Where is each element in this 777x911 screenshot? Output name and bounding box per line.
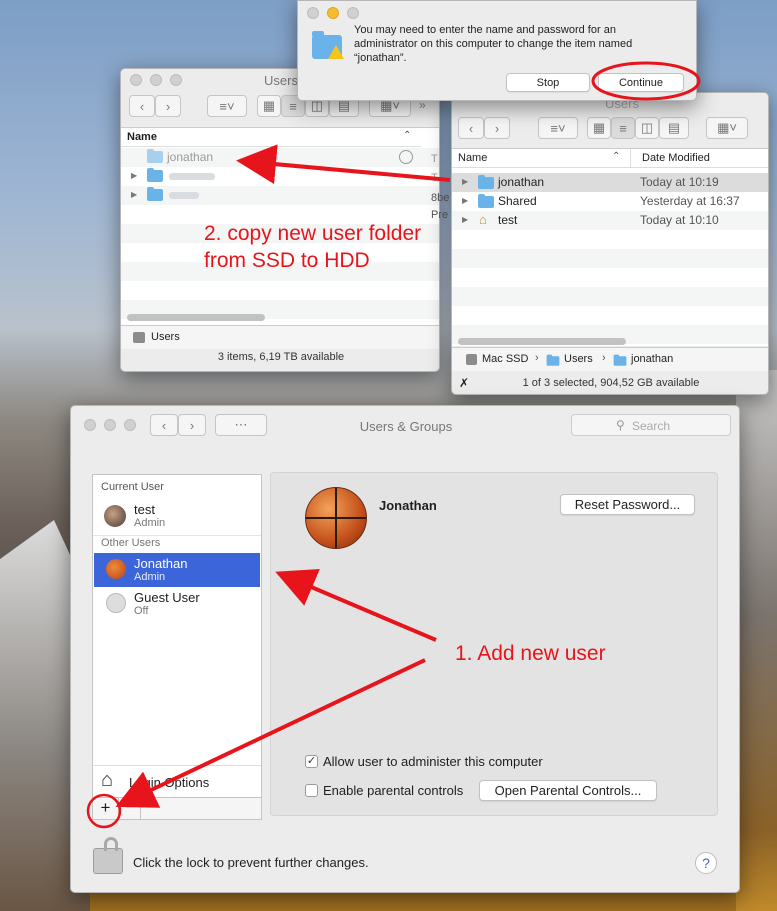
copy-arrow xyxy=(236,144,451,185)
annotation-step2-line1: 2. copy new user folder xyxy=(204,222,422,245)
add-user-arrow-to-list xyxy=(275,568,437,642)
annotation-layer xyxy=(86,61,701,829)
continue-highlight-circle xyxy=(591,61,701,101)
add-button-highlight-circle xyxy=(86,793,122,829)
add-user-arrow-to-plus xyxy=(115,658,426,808)
annotation-step2-line2: from SSD to HDD xyxy=(204,249,370,272)
annotation-step1: 1. Add new user xyxy=(455,642,606,665)
